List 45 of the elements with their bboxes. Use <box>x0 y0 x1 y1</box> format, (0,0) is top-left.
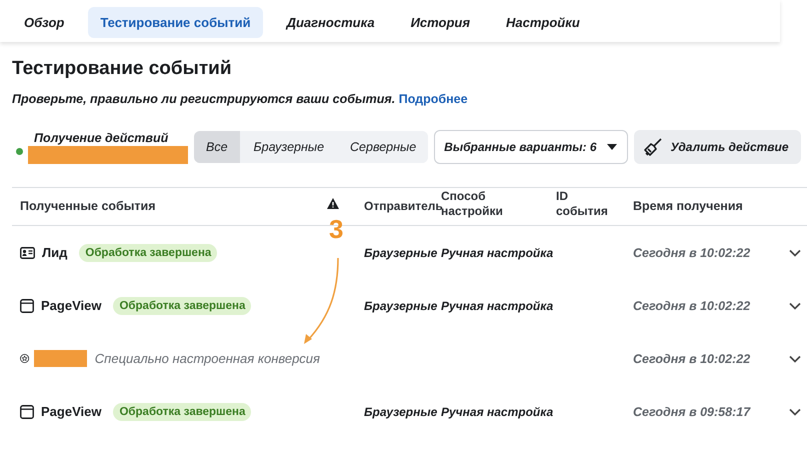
sender-cell-text: Браузерные <box>364 404 438 418</box>
contact-card-icon <box>20 246 35 258</box>
conversion-description: Специально настроенная конверсия <box>94 351 320 366</box>
status-badge: Обработка завершена <box>79 244 218 262</box>
chevron-icon[interactable] <box>789 248 801 256</box>
column-header: Полученные события <box>20 198 157 214</box>
tab[interactable]: Обзор <box>12 6 76 38</box>
column-header: Отправитель <box>364 199 441 213</box>
status-badge: Обработка завершена <box>113 296 252 314</box>
column-header: ID события <box>556 188 609 218</box>
status-label: Получение действий <box>34 130 170 144</box>
chevron-icon[interactable] <box>789 354 801 362</box>
description-text: Проверьте, правильно ли регистрируются ваши события. Подробнее <box>12 92 469 106</box>
time-cell-text: Сегодня в 10:02:22 <box>633 246 752 260</box>
method-cell-text: Ручная настройка <box>441 404 554 418</box>
sender-cell-text: Браузерные <box>364 246 438 260</box>
time-cell-text: Сегодня в 09:58:17 <box>633 404 752 418</box>
page-title: Тестирование событий <box>12 58 233 80</box>
learn-more-link[interactable]: Подробнее <box>398 92 468 106</box>
redaction-bar <box>34 350 87 367</box>
column-header: Время получения <box>633 198 744 214</box>
status-badge: Обработка завершена <box>113 402 252 420</box>
delete-button[interactable]: Удалить действие <box>634 130 801 164</box>
browser-window-icon <box>20 298 34 312</box>
warning-icon <box>327 198 339 209</box>
variants-dropdown[interactable]: Выбранные варианты: 6 <box>434 130 628 164</box>
event-name: PageView <box>41 298 102 313</box>
tab[interactable]: Диагностика <box>274 6 387 38</box>
chevron-icon[interactable] <box>789 408 801 416</box>
event-name: PageView <box>41 404 102 419</box>
tab[interactable]: Тестирование событий <box>88 6 263 38</box>
time-cell-text: Сегодня в 10:02:22 <box>633 298 752 312</box>
chevron-icon[interactable] <box>789 302 801 310</box>
browser-window-icon <box>20 404 34 418</box>
time-cell-text: Сегодня в 10:02:22 <box>633 352 752 366</box>
filter-button[interactable]: Все <box>194 131 240 163</box>
event-name: Лид <box>42 245 68 260</box>
tab[interactable]: Настройки <box>494 6 592 38</box>
tab[interactable]: История <box>398 6 482 38</box>
column-header: Способ настройки <box>441 188 504 218</box>
method-cell-text: Ручная настройка <box>441 246 554 260</box>
sender-cell-text: Браузерные <box>364 298 438 312</box>
method-cell-text: Ручная настройка <box>441 298 554 312</box>
caret-icon <box>606 144 617 150</box>
annotation-number: 3 <box>329 216 344 242</box>
